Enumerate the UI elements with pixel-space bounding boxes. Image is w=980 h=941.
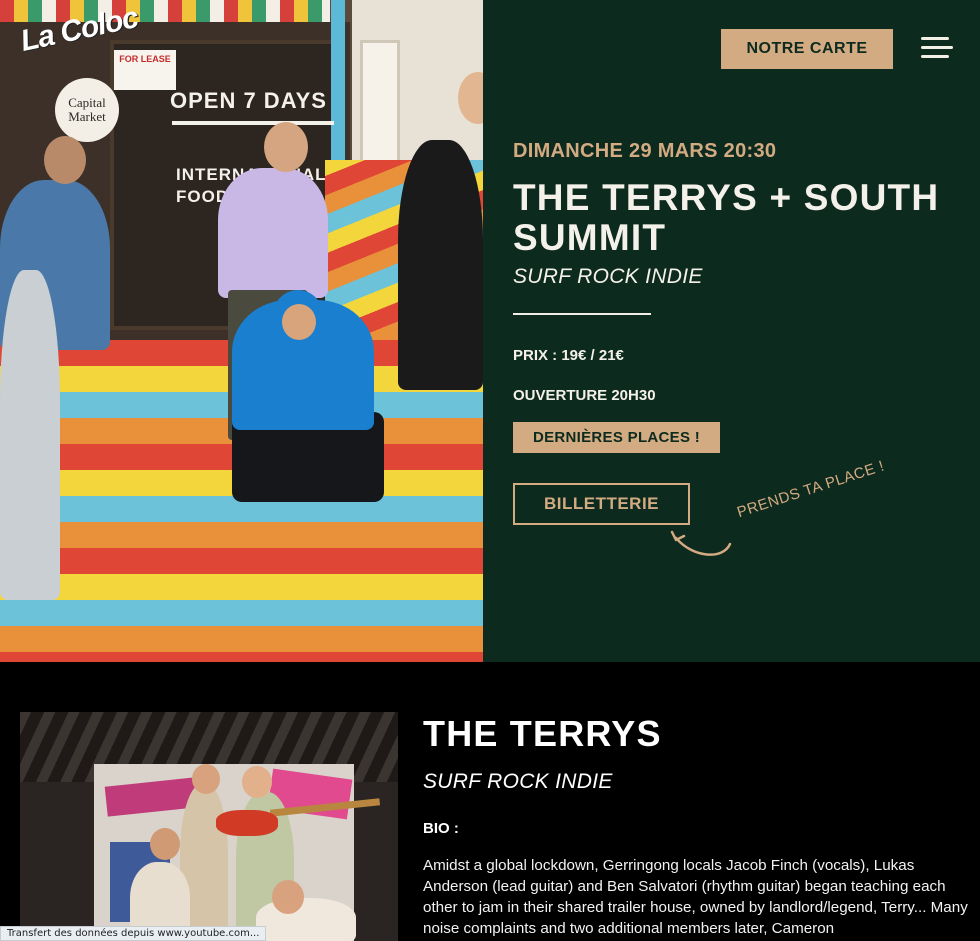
- band-member-head: [192, 764, 220, 794]
- artist-name: THE TERRYS: [423, 713, 662, 754]
- band-member: [398, 140, 483, 390]
- band-member-head: [150, 828, 180, 860]
- for-lease-sign: FOR LEASE: [114, 50, 176, 90]
- open-sign: OPEN 7 DAYS: [170, 88, 327, 113]
- band-member-head: [264, 122, 308, 172]
- bio-label: BIO :: [423, 820, 459, 837]
- band-member: [0, 270, 60, 600]
- last-places-badge: DERNIÈRES PLACES !: [513, 422, 720, 453]
- curved-arrow-icon: [670, 530, 732, 556]
- band-member: [218, 168, 328, 298]
- blue-pole: [331, 0, 345, 170]
- door: [360, 40, 400, 170]
- band-member-head: [272, 880, 304, 914]
- hero-photo: FOR LEASE Capital Market OPEN 7 DAYS INT…: [0, 0, 483, 662]
- event-price: PRIX : 19€ / 21€: [513, 347, 624, 364]
- band-member: [256, 898, 356, 941]
- artist-genre: SURF ROCK INDIE: [423, 770, 613, 793]
- event-hero: FOR LEASE Capital Market OPEN 7 DAYS INT…: [0, 0, 980, 662]
- hamburger-menu-icon[interactable]: [918, 34, 956, 64]
- notre-carte-button[interactable]: NOTRE CARTE: [721, 29, 893, 69]
- artist-photo: [20, 712, 398, 941]
- capital-market-badge: Capital Market: [55, 78, 119, 142]
- sign-underline: [172, 121, 334, 125]
- event-genre: SURF ROCK INDIE: [513, 265, 703, 288]
- artist-bio: Amidst a global lockdown, Gerringong loc…: [423, 857, 968, 937]
- billetterie-button[interactable]: BILLETTERIE: [513, 483, 690, 525]
- event-opening-time: OUVERTURE 20H30: [513, 387, 656, 404]
- band-member-head: [44, 136, 86, 184]
- event-info-panel: [483, 0, 980, 662]
- guitar: [216, 810, 278, 836]
- browser-status-bar: Transfert des données depuis www.youtube…: [0, 926, 267, 941]
- divider: [513, 313, 651, 315]
- event-title: THE TERRYS + SOUTH SUMMIT: [513, 177, 940, 258]
- band-member-face: [282, 304, 316, 340]
- event-date: DIMANCHE 29 MARS 20:30: [513, 140, 777, 162]
- band-member-head: [242, 766, 272, 798]
